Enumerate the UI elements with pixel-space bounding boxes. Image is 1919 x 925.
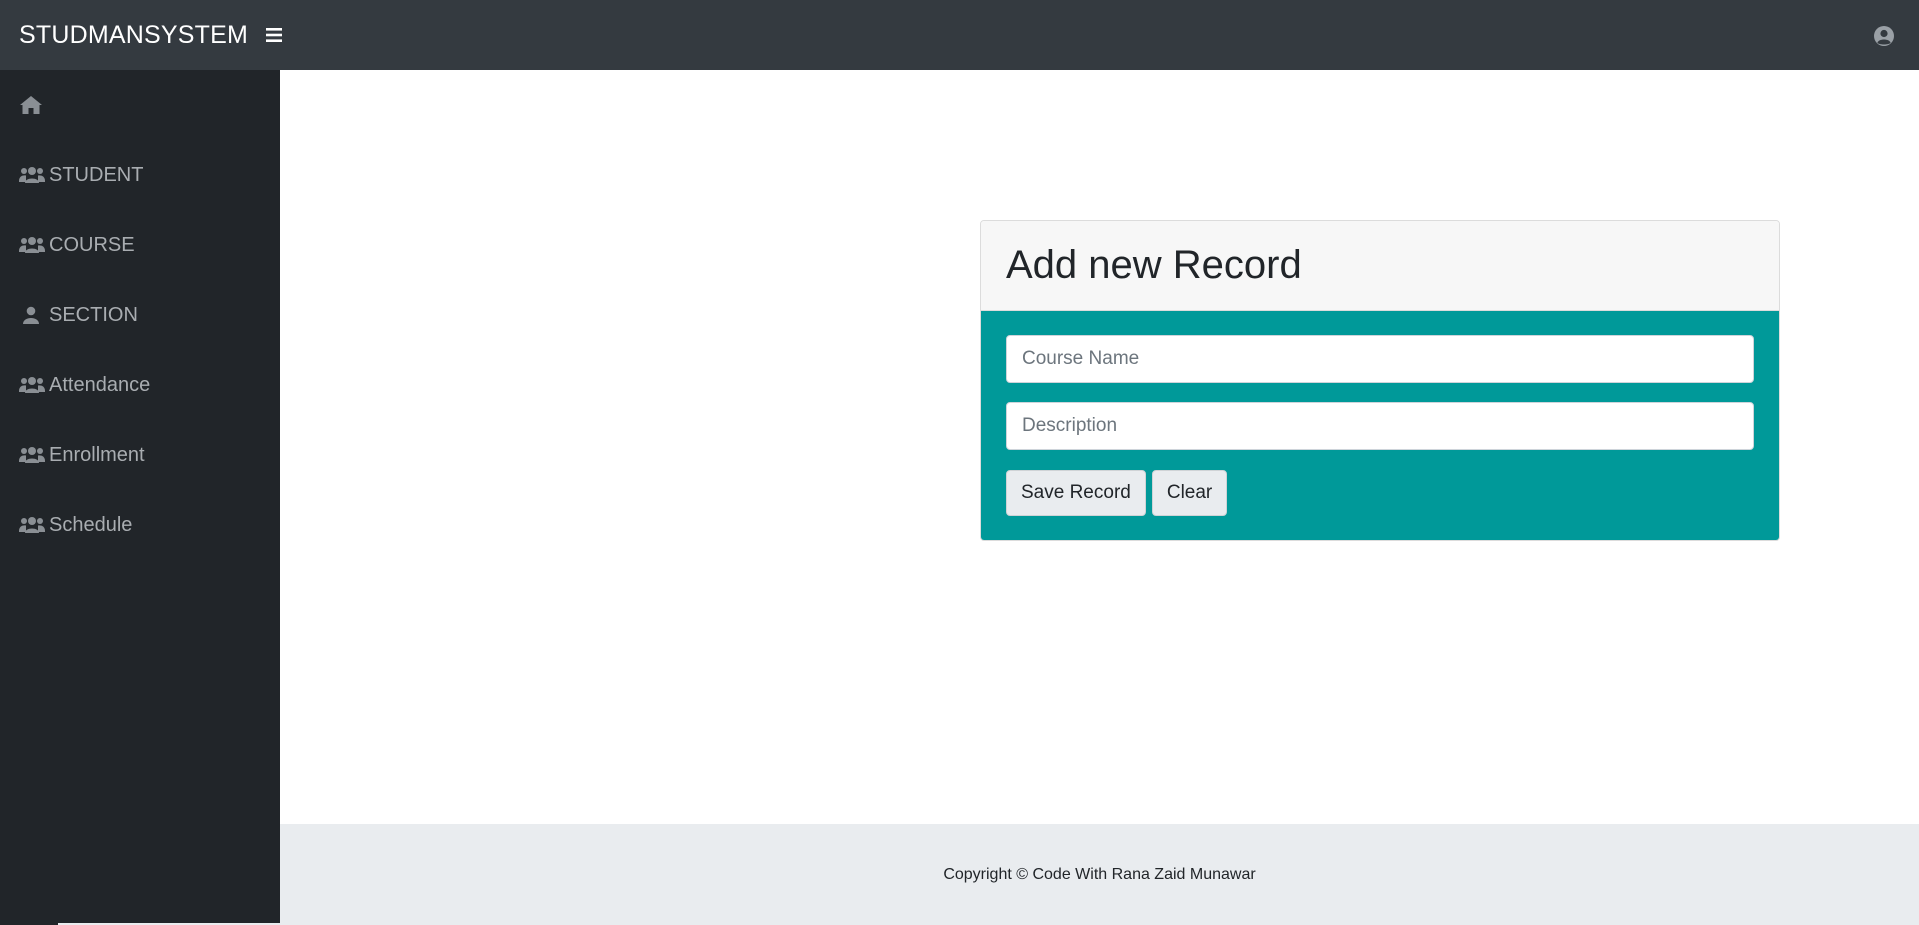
sidebar-item-attendance[interactable]: Attendance — [0, 350, 280, 420]
main-content: Add new Record Save Record Clear — [280, 70, 1919, 824]
users-icon — [19, 164, 45, 186]
users-icon — [19, 374, 45, 396]
brand-title[interactable]: STUDMANSYSTEM — [0, 21, 248, 50]
save-record-button[interactable]: Save Record — [1006, 470, 1146, 516]
sidebar-item-student[interactable]: STUDENT — [0, 140, 280, 210]
sidebar-item-enrollment[interactable]: Enrollment — [0, 420, 280, 490]
sidebar-item-label: COURSE — [49, 233, 135, 256]
users-icon — [19, 234, 45, 256]
sidebar-item-schedule[interactable]: Schedule — [0, 490, 280, 560]
add-record-card: Add new Record Save Record Clear — [980, 220, 1780, 541]
copyright-text: Copyright © Code With Rana Zaid Munawar — [943, 865, 1256, 883]
sidebar-item-course[interactable]: COURSE — [0, 210, 280, 280]
course-name-input[interactable] — [1006, 335, 1754, 383]
sidebar-item-label: SECTION — [49, 303, 138, 326]
footer: Copyright © Code With Rana Zaid Munawar — [280, 824, 1919, 925]
users-icon — [19, 514, 45, 536]
card-body: Save Record Clear — [981, 311, 1779, 540]
sidebar-item-label: STUDENT — [49, 163, 144, 186]
sidebar: STUDENT COURSE SECTION Attendance Enroll… — [0, 70, 280, 925]
clear-button[interactable]: Clear — [1151, 470, 1228, 516]
home-icon — [19, 94, 45, 116]
bars-icon[interactable] — [264, 25, 284, 45]
description-input[interactable] — [1006, 402, 1754, 450]
sidebar-item-label: Attendance — [49, 373, 151, 396]
sidebar-item-label: Schedule — [49, 513, 133, 536]
sidebar-item-section[interactable]: SECTION — [0, 280, 280, 350]
user-circle-icon[interactable] — [1873, 25, 1895, 47]
users-icon — [19, 444, 45, 466]
top-navbar: STUDMANSYSTEM — [0, 0, 1919, 70]
sidebar-item-label: Enrollment — [49, 443, 145, 466]
page-title: Add new Record — [1006, 243, 1302, 287]
card-header: Add new Record — [981, 221, 1779, 311]
sidebar-item-home[interactable] — [0, 70, 280, 140]
user-icon — [19, 304, 45, 326]
form-actions: Save Record Clear — [1006, 470, 1754, 516]
